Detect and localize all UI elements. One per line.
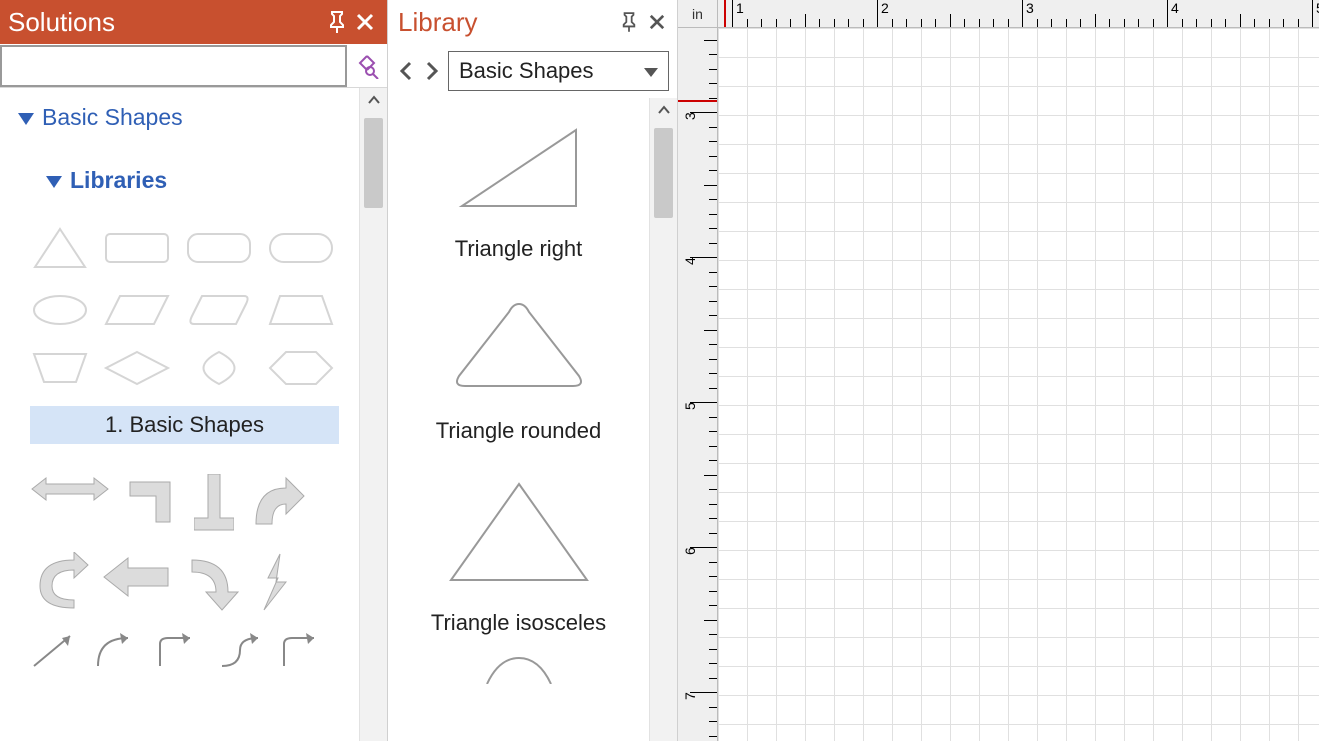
nav-prev-icon[interactable] (396, 56, 416, 86)
caret-down-icon (46, 167, 62, 194)
shape-item-triangle-isosceles[interactable]: Triangle isosceles (388, 452, 649, 644)
solutions-search-row (0, 44, 387, 88)
shape-item-partial[interactable] (388, 644, 649, 710)
scroll-up-icon[interactable] (360, 88, 387, 112)
horizontal-ruler[interactable]: 12345 (718, 0, 1319, 28)
scroll-track[interactable] (650, 122, 677, 741)
solutions-title: Solutions (8, 7, 323, 38)
pin-icon[interactable] (323, 4, 351, 40)
tree-item-libraries[interactable]: Libraries (0, 161, 359, 200)
solutions-search-input[interactable] (0, 45, 347, 87)
pin-icon[interactable] (615, 4, 643, 40)
solutions-scrollbar[interactable] (359, 88, 387, 741)
solutions-header: Solutions (0, 0, 387, 44)
close-icon[interactable] (643, 4, 671, 40)
canvas-area: in 12345 34567 (678, 0, 1319, 741)
scroll-thumb[interactable] (654, 128, 673, 218)
library-selector[interactable]: Basic Shapes (448, 51, 669, 91)
ruler-unit-label: in (678, 0, 718, 28)
shape-item-triangle-rounded[interactable]: Triangle rounded (388, 270, 649, 452)
shape-item-triangle-right[interactable]: Triangle right (388, 98, 649, 270)
scroll-up-icon[interactable] (650, 98, 677, 122)
drawing-canvas[interactable] (718, 28, 1319, 741)
library-thumb-arrows[interactable] (30, 474, 339, 670)
solutions-tree: Basic Shapes Libraries (0, 88, 359, 741)
shape-item-label: Triangle rounded (436, 418, 602, 444)
shape-item-label: Triangle isosceles (431, 610, 606, 636)
shape-item-label: Triangle right (455, 236, 583, 262)
dropdown-icon (644, 58, 658, 84)
shape-list: Triangle right Triangle rounded Triangle… (388, 98, 649, 741)
caret-down-icon (18, 104, 34, 131)
solutions-panel: Solutions Basic Shapes Librari (0, 0, 388, 741)
library-header: Library (388, 0, 677, 44)
nav-next-icon[interactable] (422, 56, 442, 86)
library-thumb-caption: 1. Basic Shapes (30, 406, 339, 444)
tree-item-basic-shapes[interactable]: Basic Shapes (0, 98, 359, 137)
library-panel: Library Basic Shapes Triangle right (388, 0, 678, 741)
library-selector-label: Basic Shapes (459, 58, 644, 84)
close-icon[interactable] (351, 4, 379, 40)
scroll-track[interactable] (360, 112, 387, 741)
library-title: Library (394, 7, 615, 38)
scroll-thumb[interactable] (364, 118, 383, 208)
library-thumb-basic-shapes[interactable]: 1. Basic Shapes (30, 224, 339, 444)
library-toolbar: Basic Shapes (388, 44, 677, 98)
tree-item-label: Libraries (70, 167, 167, 194)
search-panel-icon[interactable] (347, 45, 387, 87)
vertical-ruler[interactable]: 34567 (678, 28, 718, 741)
library-scrollbar[interactable] (649, 98, 677, 741)
tree-item-label: Basic Shapes (42, 104, 183, 131)
